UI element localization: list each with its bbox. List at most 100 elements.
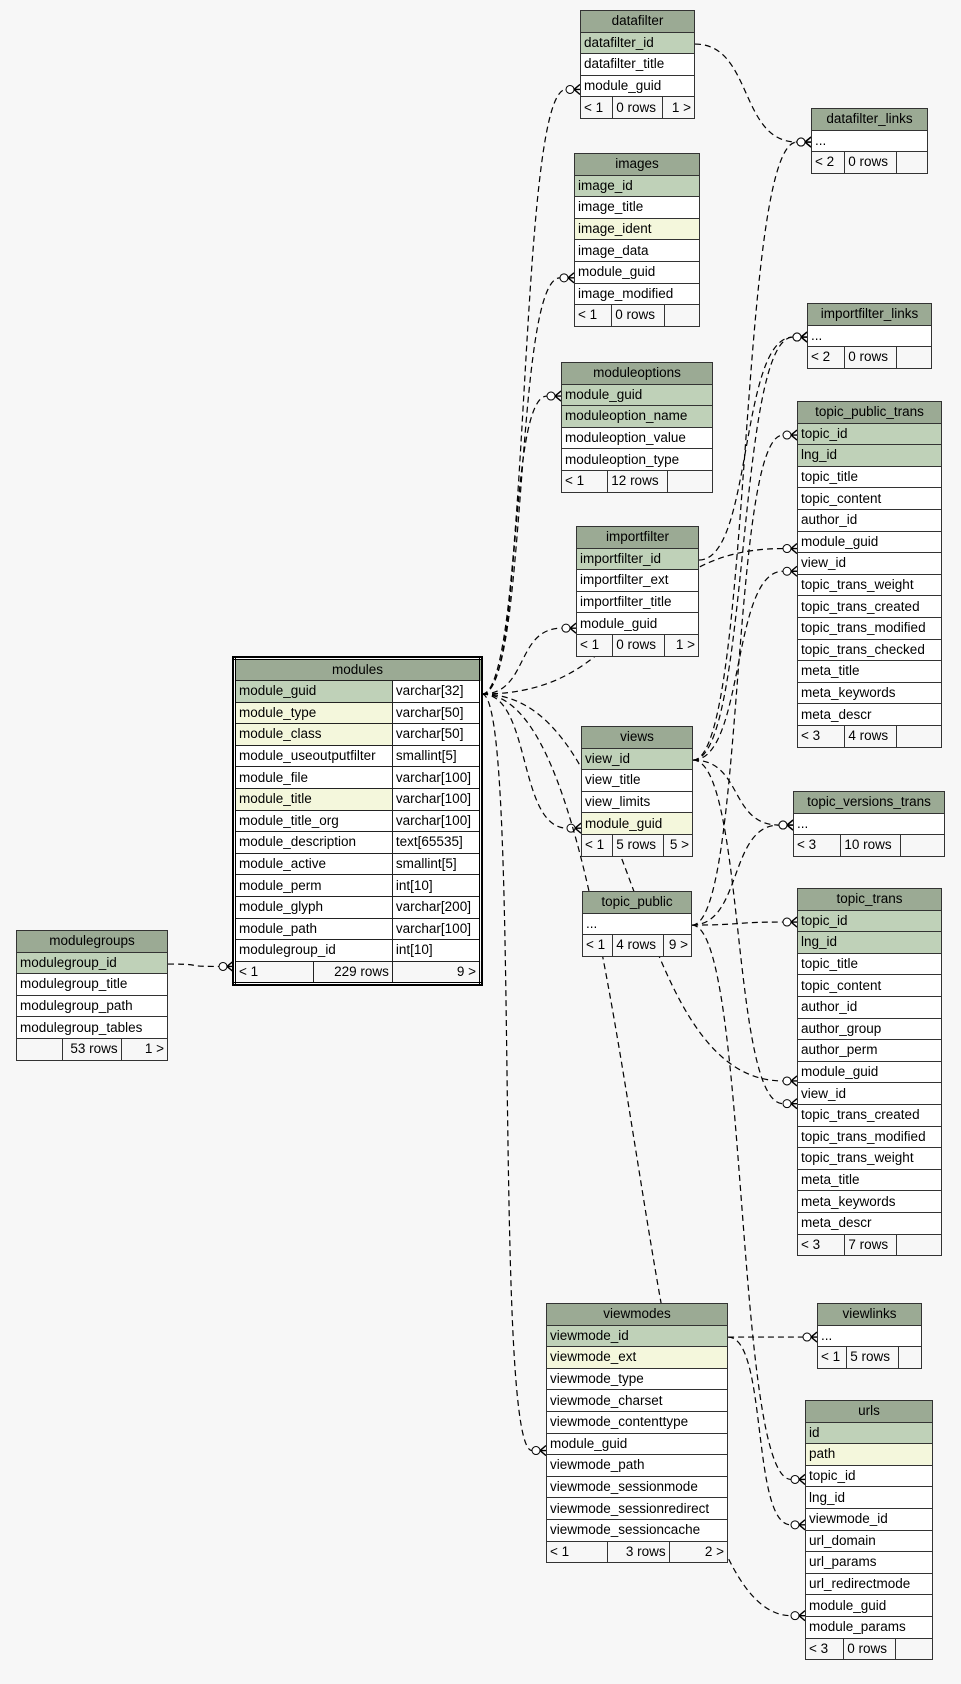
children-link[interactable] (666, 469, 714, 493)
column-name[interactable]: view_id (797, 552, 942, 575)
column-name[interactable]: importfilter_id (576, 547, 699, 571)
column-name[interactable]: modulegroup_id (234, 939, 393, 962)
column-name[interactable]: topic_id (805, 1464, 933, 1488)
column-name[interactable]: module_description (234, 831, 393, 854)
column-name[interactable]: module_guid (797, 1060, 942, 1084)
children-link[interactable]: 5 > (662, 833, 694, 857)
column-name[interactable]: topic_id (797, 909, 942, 933)
column-name[interactable]: modulegroup_title (16, 973, 168, 996)
column-name[interactable]: view_id (581, 747, 693, 771)
column-name[interactable]: viewmode_charset (546, 1389, 728, 1412)
column-name[interactable]: lng_id (805, 1486, 933, 1509)
column-name[interactable]: image_data (574, 239, 700, 262)
column-name[interactable]: viewmode_ext (546, 1346, 728, 1369)
parents-link[interactable]: < 1 (580, 833, 614, 857)
table-header[interactable]: urls (805, 1400, 933, 1423)
children-link[interactable] (895, 151, 929, 174)
column-name[interactable]: module_file (234, 766, 393, 789)
column-name[interactable]: module_guid (805, 1594, 933, 1617)
column-name[interactable]: moduleoption_type (561, 448, 713, 471)
parents-link[interactable]: < 1 (573, 304, 613, 327)
table-header[interactable]: topic_trans (797, 888, 942, 911)
column-name[interactable]: author_id (797, 508, 942, 532)
column-name[interactable]: viewmode_sessioncache (546, 1518, 728, 1542)
column-name[interactable]: author_perm (797, 1039, 942, 1062)
column-name[interactable]: image_title (574, 196, 700, 219)
children-link[interactable] (897, 1346, 923, 1369)
column-name[interactable]: module_guid (576, 612, 699, 635)
column-name[interactable]: ... (807, 324, 932, 348)
children-link[interactable]: 9 > (662, 934, 693, 957)
column-name[interactable]: moduleoption_value (561, 426, 713, 450)
table-header[interactable]: topic_versions_trans (793, 791, 945, 814)
column-name[interactable]: module_guid (580, 74, 695, 98)
column-name[interactable]: importfilter_ext (576, 569, 699, 592)
table-header[interactable]: views (581, 726, 693, 749)
children-link[interactable] (895, 346, 933, 369)
column-name[interactable]: ... (811, 129, 928, 153)
parents-link[interactable]: < 2 (806, 346, 846, 369)
parents-link[interactable]: < 2 (810, 151, 846, 174)
column-name[interactable]: view_limits (581, 790, 693, 814)
column-name[interactable]: viewmode_contenttype (546, 1410, 728, 1434)
table-header[interactable]: importfilter (576, 526, 699, 549)
column-name[interactable]: datafilter_id (580, 31, 695, 55)
column-name[interactable]: id (805, 1421, 933, 1445)
parents-link[interactable]: < 3 (796, 1233, 846, 1257)
children-link[interactable] (895, 1233, 943, 1257)
column-name[interactable]: viewmode_id (546, 1324, 728, 1348)
parents-link[interactable] (15, 1037, 64, 1061)
column-name[interactable]: topic_trans_created (797, 595, 942, 618)
table-header[interactable]: importfilter_links (807, 303, 932, 326)
table-header[interactable]: modulegroups (16, 930, 168, 953)
column-name[interactable]: meta_descr (797, 703, 942, 726)
table-header[interactable]: viewlinks (817, 1303, 922, 1326)
column-name[interactable]: path (805, 1443, 933, 1466)
table-header[interactable]: topic_public (582, 891, 692, 914)
column-name[interactable]: ... (582, 912, 692, 936)
column-name[interactable]: topic_title (797, 465, 942, 489)
column-name[interactable]: module_guid (561, 383, 713, 407)
column-name[interactable]: modulegroup_id (16, 951, 168, 975)
parents-link[interactable]: < 1 (575, 633, 614, 657)
parents-link[interactable]: < 3 (792, 834, 842, 857)
parents-link[interactable]: < 1 (234, 960, 314, 984)
parents-link[interactable]: < 1 (560, 469, 609, 493)
column-name[interactable]: modulegroup_path (16, 994, 168, 1018)
children-link[interactable]: 1 > (120, 1037, 169, 1061)
children-link[interactable] (663, 304, 701, 327)
column-name[interactable]: meta_keywords (797, 681, 942, 705)
parents-link[interactable]: < 1 (816, 1346, 848, 1369)
parents-link[interactable]: < 1 (581, 934, 614, 957)
column-name[interactable]: module_guid (574, 260, 700, 284)
column-name[interactable]: importfilter_title (576, 590, 699, 614)
column-name[interactable]: topic_trans_weight (797, 573, 942, 597)
column-name[interactable]: meta_title (797, 1168, 942, 1192)
column-name[interactable]: lng_id (797, 444, 942, 467)
column-name[interactable]: module_active (234, 852, 393, 876)
column-name[interactable]: author_id (797, 995, 942, 1019)
column-name[interactable]: datafilter_title (580, 53, 695, 76)
column-name[interactable]: viewmode_sessionmode (546, 1475, 728, 1499)
column-name[interactable]: topic_trans_modified (797, 1125, 942, 1149)
column-name[interactable]: moduleoption_name (561, 405, 713, 428)
column-name[interactable]: topic_content (797, 974, 942, 997)
column-name[interactable]: module_perm (234, 874, 393, 897)
table-header[interactable]: viewmodes (546, 1303, 728, 1326)
children-link[interactable] (895, 724, 943, 748)
column-name[interactable]: module_useoutputfilter (234, 744, 393, 768)
column-name[interactable]: topic_trans_modified (797, 616, 942, 640)
column-name[interactable]: lng_id (797, 931, 942, 954)
column-name[interactable]: ... (817, 1324, 922, 1348)
column-name[interactable]: module_title (234, 787, 393, 811)
column-name[interactable]: topic_title (797, 952, 942, 976)
table-header[interactable]: datafilter (580, 10, 695, 33)
column-name[interactable]: meta_descr (797, 1211, 942, 1235)
column-name[interactable]: ... (793, 812, 945, 836)
table-header[interactable]: topic_public_trans (797, 401, 942, 424)
children-link[interactable]: 1 > (661, 96, 696, 119)
parents-link[interactable]: < 3 (804, 1637, 845, 1661)
column-name[interactable]: module_guid (234, 680, 393, 703)
column-name[interactable]: module_guid (546, 1432, 728, 1456)
children-link[interactable] (899, 834, 946, 857)
